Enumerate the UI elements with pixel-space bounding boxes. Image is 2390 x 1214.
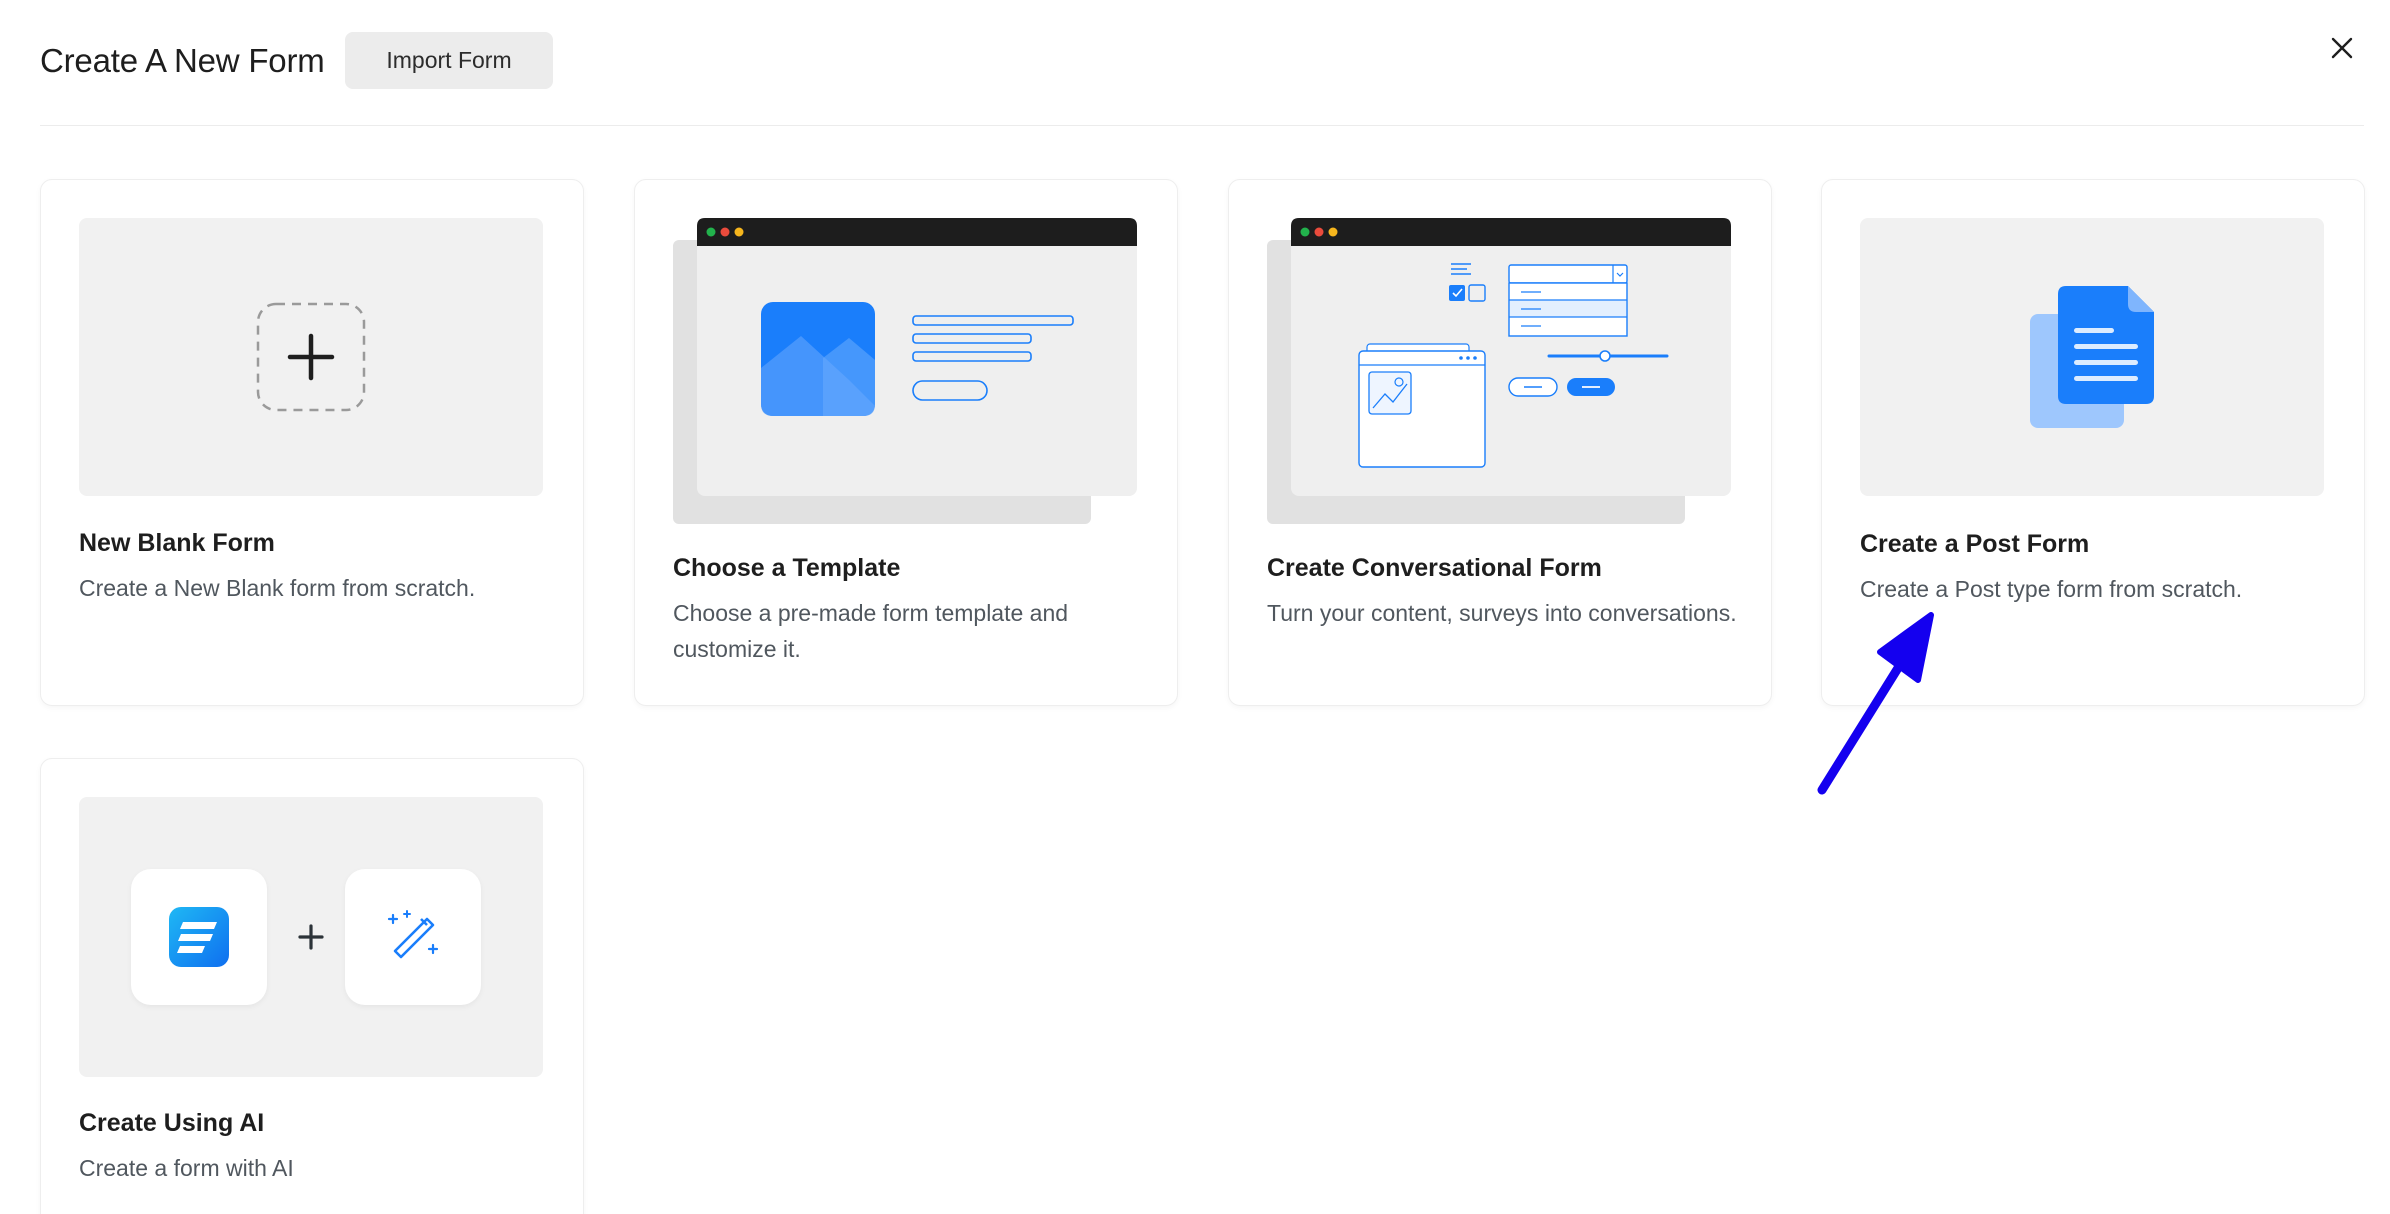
card-title: New Blank Form [79, 529, 275, 557]
card-title: Create Using AI [79, 1109, 265, 1137]
fluent-forms-logo-icon [169, 907, 229, 967]
plus-icon [256, 302, 366, 412]
modal-header: Create A New Form Import Form [40, 30, 2364, 126]
card-title: Create Conversational Form [1267, 554, 1602, 582]
card-create-using-ai[interactable]: Create Using AI Create a form with AI [40, 758, 584, 1214]
magic-wand-icon [387, 910, 439, 959]
close-icon [2331, 37, 2353, 59]
post-form-preview [1860, 218, 2324, 496]
fluent-forms-logo-tile [131, 869, 267, 1005]
ai-form-preview [79, 797, 543, 1077]
card-description: Create a New Blank form from scratch. [79, 575, 476, 601]
document-icon [2030, 286, 2154, 428]
close-button[interactable] [2322, 30, 2362, 70]
card-title: Create a Post Form [1860, 530, 2090, 558]
blank-form-preview [79, 218, 543, 496]
template-illustration [673, 218, 1137, 524]
plus-icon [298, 924, 324, 950]
card-title: Choose a Template [673, 554, 901, 582]
conversational-illustration [1267, 218, 1731, 524]
card-description: Create a form with AI [79, 1155, 294, 1181]
card-conversational-form[interactable]: Create Conversational Form Turn your con… [1228, 179, 1772, 706]
modal-title: Create A New Form [40, 42, 325, 79]
card-description: Turn your content, surveys into conversa… [1267, 600, 1737, 626]
image-icon [761, 302, 875, 416]
card-new-blank-form[interactable]: New Blank Form Create a New Blank form f… [40, 179, 584, 706]
card-choose-template[interactable]: Choose a Template Choose a pre-made form… [634, 179, 1178, 706]
card-description: Choose a pre-made form template and cust… [673, 600, 1069, 662]
ai-magic-tile [345, 869, 481, 1005]
card-description: Create a Post type form from scratch. [1860, 576, 2243, 602]
card-post-form[interactable]: Create a Post Form Create a Post type fo… [1821, 179, 2365, 706]
import-form-button[interactable]: Import Form [345, 32, 553, 89]
